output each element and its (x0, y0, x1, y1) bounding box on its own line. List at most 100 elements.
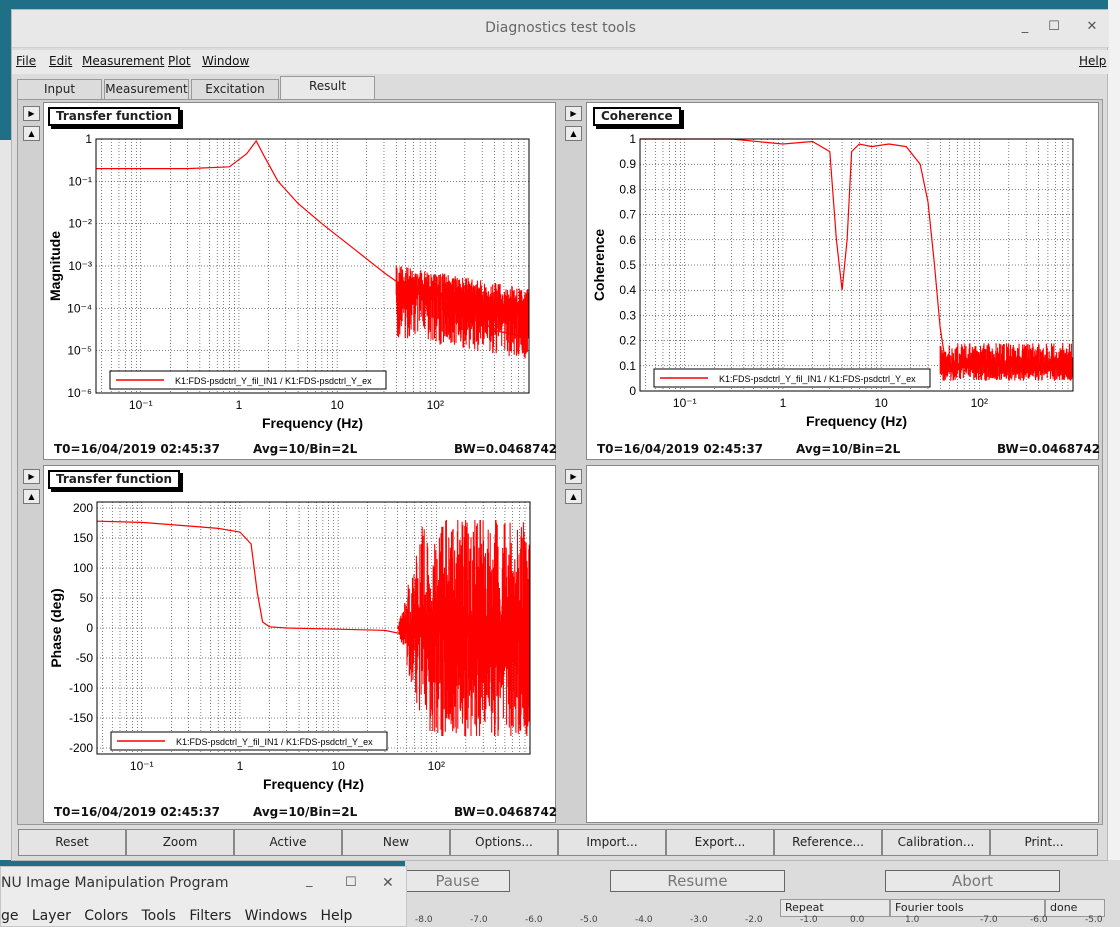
x-tick-label: 1 (236, 398, 243, 412)
x-tick-label: 1 (780, 396, 787, 410)
y-tick-label: 0.9 (619, 157, 636, 171)
background-window-edge (1108, 0, 1120, 927)
menu-window[interactable]: Window (202, 54, 249, 68)
legend-label: K1:FDS-psdctrl_Y_fil_IN1 / K1:FDS-psdctr… (176, 737, 373, 747)
menu-measurement[interactable]: Measurement (82, 54, 164, 68)
avg-label: Avg=10/Bin=2L (796, 442, 901, 456)
pause-button[interactable]: Pause (405, 870, 510, 892)
abort-button[interactable]: Abort (885, 870, 1060, 892)
pad3-up-icon[interactable]: ▲ (23, 489, 40, 504)
background-axis-ticks: -8.0 -7.0 -6.0 -5.0 -4.0 -3.0 -2.0 -1.0 0.0 1.0 -7… (405, 915, 1120, 927)
menu-edit[interactable]: Edit (49, 54, 72, 68)
pad1-next-icon[interactable]: ▶ (23, 106, 40, 121)
y-tick-label: 10⁻⁵ (67, 344, 92, 358)
coherence-plot-pad[interactable]: Coherence 0 0.1 0.2 0.3 0.4 0.5 0.6 0.7 0.8 0.9 1 1… (586, 102, 1100, 460)
y-tick-label: -50 (76, 651, 94, 665)
pad3-next-icon[interactable]: ▶ (23, 469, 40, 484)
axis-tick: -1.0 (800, 915, 818, 925)
t0-label: T0=16/04/2019 02:45:37 (54, 442, 221, 456)
x-tick-label: 10² (427, 398, 444, 412)
active-button[interactable]: Active (234, 829, 342, 856)
x-tick-label: 1 (237, 759, 244, 773)
diagnostics-window: Diagnostics test tools _ ☐ ✕ File Edit M… (11, 9, 1109, 861)
y-tick-label: 1 (85, 132, 92, 146)
tab-bar: Input Measurement Excitation Result (12, 76, 1109, 100)
y-tick-label: 1 (629, 132, 636, 146)
result-panel: ▶ ▲ ▶ ▲ ▶ ▲ ▶ ▲ Transfer function 1 10⁻¹ 1… (17, 99, 1103, 825)
tab-result[interactable]: Result (280, 76, 375, 100)
x-tick-label: 10 (331, 759, 345, 773)
pad2-next-icon[interactable]: ▶ (565, 106, 582, 121)
minimize-icon[interactable]: _ (1015, 19, 1035, 34)
axis-tick: -7.0 (980, 915, 998, 925)
series-noise (397, 520, 531, 736)
import-button[interactable]: Import... (558, 829, 666, 856)
axis-tick: -5.0 (580, 915, 598, 925)
export-button[interactable]: Export... (666, 829, 774, 856)
title-bar[interactable]: Diagnostics test tools _ ☐ ✕ (12, 10, 1109, 48)
y-tick-label: -200 (69, 741, 93, 755)
series-noise (395, 265, 530, 359)
x-tick-label: 10² (428, 759, 445, 773)
gimp-menu-help[interactable]: Help (321, 908, 353, 924)
gimp-menu-filters[interactable]: Filters (189, 908, 231, 924)
gimp-menu-image[interactable]: ge (1, 908, 19, 924)
y-tick-label: 150 (73, 531, 93, 545)
y-tick-label: 10⁻⁶ (67, 386, 92, 400)
axis-tick: -3.0 (690, 915, 708, 925)
reset-button[interactable]: Reset (18, 829, 126, 856)
magnitude-plot-pad[interactable]: Transfer function 1 10⁻¹ 10⁻² 10⁻³ 10⁻⁴ 10⁻⁵ 1… (43, 102, 558, 460)
window-title: Diagnostics test tools (485, 20, 636, 36)
plot-toolbar: Reset Zoom Active New Options... Import.… (18, 829, 1103, 856)
close-icon[interactable]: ✕ (1082, 19, 1102, 34)
maximize-icon[interactable]: ☐ (1044, 19, 1064, 34)
gimp-menu-tools[interactable]: Tools (141, 908, 176, 924)
coherence-chart: 0 0.1 0.2 0.3 0.4 0.5 0.6 0.7 0.8 0.9 1 10⁻¹ 1 10 10² F… (591, 132, 1074, 429)
gimp-menu-colors[interactable]: Colors (84, 908, 128, 924)
resume-button[interactable]: Resume (610, 870, 785, 892)
axis-tick: -6.0 (1030, 915, 1048, 925)
axis-tick: -8.0 (415, 915, 433, 925)
pad1-up-icon[interactable]: ▲ (23, 126, 40, 141)
gimp-menu-windows[interactable]: Windows (245, 908, 308, 924)
y-tick-label: 10⁻⁴ (67, 301, 92, 315)
gimp-menu-layer[interactable]: Layer (32, 908, 71, 924)
menu-help[interactable]: Help (1079, 54, 1106, 68)
zoom-button[interactable]: Zoom (126, 829, 234, 856)
avg-label: Avg=10/Bin=2L (253, 805, 358, 819)
menu-plot[interactable]: Plot (168, 54, 191, 68)
legend-label: K1:FDS-psdctrl_Y_fil_IN1 / K1:FDS-psdctr… (175, 376, 372, 386)
bw-label: BW=0.0468742 (454, 442, 558, 456)
y-tick-label: 0.7 (619, 208, 636, 222)
pad2-up-icon[interactable]: ▲ (565, 126, 582, 141)
print-button[interactable]: Print... (990, 829, 1098, 856)
y-tick-label: 0.2 (619, 334, 636, 348)
gimp-maximize-icon[interactable]: ☐ (345, 875, 357, 890)
y-tick-label: 200 (73, 501, 93, 515)
calibration-button[interactable]: Calibration... (882, 829, 990, 856)
tab-excitation[interactable]: Excitation (191, 79, 279, 100)
axis-tick: 0.0 (850, 915, 865, 925)
y-tick-label: 100 (73, 561, 93, 575)
menu-file[interactable]: File (16, 54, 36, 68)
y-axis-label: Coherence (591, 229, 607, 302)
axis-tick: -2.0 (745, 915, 763, 925)
axis-tick: -5.0 (1085, 915, 1103, 925)
gimp-minimize-icon[interactable]: _ (306, 873, 313, 888)
reference-button[interactable]: Reference... (774, 829, 882, 856)
phase-plot-pad[interactable]: Transfer function 200 150 100 50 0 -50 -100 -15… (43, 465, 557, 823)
tab-measurement[interactable]: Measurement (104, 79, 189, 100)
options-button[interactable]: Options... (450, 829, 558, 856)
gimp-title: NU Image Manipulation Program (1, 875, 229, 891)
pad4-next-icon[interactable]: ▶ (565, 469, 582, 484)
empty-plot-pad[interactable] (586, 465, 1099, 823)
gimp-close-icon[interactable]: ✕ (382, 875, 394, 891)
pad4-up-icon[interactable]: ▲ (565, 489, 582, 504)
series-line (640, 138, 1074, 372)
axis-tick: -4.0 (635, 915, 653, 925)
t0-label: T0=16/04/2019 02:45:37 (54, 805, 221, 819)
new-button[interactable]: New (342, 829, 450, 856)
series-noise (939, 343, 1074, 381)
tab-input[interactable]: Input (17, 79, 102, 100)
x-tick-label: 10⁻¹ (129, 398, 153, 412)
